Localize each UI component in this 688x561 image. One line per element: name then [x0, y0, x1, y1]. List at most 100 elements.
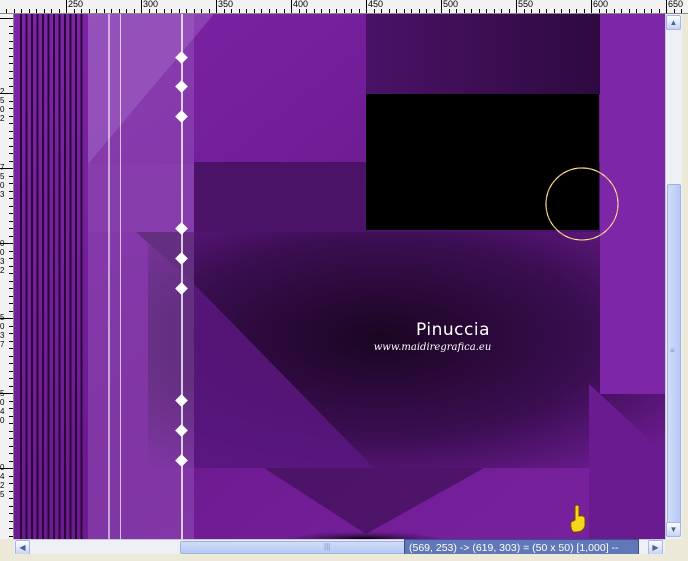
ruler-minor-tick: [539, 9, 540, 13]
vertical-ruler: 250275030032503750400425: [0, 14, 14, 539]
scroll-down-button[interactable]: ▼: [666, 522, 681, 537]
ruler-label: 2: [0, 266, 5, 275]
ruler-tick: [9, 363, 13, 364]
ruler-minor-tick: [51, 9, 52, 13]
ruler-minor-tick: [389, 9, 390, 13]
ruler-minor-tick: [201, 9, 202, 13]
ruler-minor-tick: [629, 9, 630, 13]
ruler-minor-tick: [464, 9, 465, 13]
ruler-minor-tick: [591, 9, 592, 13]
scroll-right-button[interactable]: ▶: [648, 540, 663, 555]
vertical-scrollbar[interactable]: ▲ ≡ ▼: [665, 14, 682, 539]
ruler-minor-tick: [299, 9, 300, 13]
ruler-minor-tick: [314, 9, 315, 13]
ruler-minor-tick: [59, 9, 60, 13]
ruler-minor-tick: [359, 9, 360, 13]
stripe: [25, 14, 28, 539]
ruler-minor-tick: [29, 9, 30, 13]
ruler-minor-tick: [126, 9, 127, 13]
grip-icon: |||: [324, 542, 331, 551]
ruler-minor-tick: [344, 9, 345, 13]
image-canvas[interactable]: Pinuccia www.maidiregrafica.eu: [14, 14, 665, 539]
ruler-minor-tick: [471, 9, 472, 13]
ruler-minor-tick: [104, 9, 105, 13]
ruler-minor-tick: [644, 9, 645, 13]
ruler-minor-tick: [171, 9, 172, 13]
ruler-tick: [9, 401, 13, 402]
ruler-tick: [9, 288, 13, 289]
ruler-tick: [9, 513, 13, 514]
ruler-label: 500: [443, 0, 459, 9]
ruler-label: 2: [0, 114, 5, 123]
ruler-minor-tick: [351, 9, 352, 13]
ruler-minor-tick: [441, 9, 442, 13]
ruler-minor-tick: [426, 9, 427, 13]
ruler-minor-tick: [561, 9, 562, 13]
ruler-label: 550: [518, 0, 534, 9]
ruler-tick: [9, 498, 13, 499]
ruler-tick: [9, 296, 13, 297]
ruler-tick: [0, 93, 13, 94]
ruler-minor-tick: [239, 9, 240, 13]
stripe: [36, 14, 39, 539]
ruler-tick: [9, 138, 13, 139]
ruler-minor-tick: [509, 9, 510, 13]
ruler-minor-tick: [576, 9, 577, 13]
ruler-minor-tick: [419, 9, 420, 13]
ruler-minor-tick: [66, 9, 67, 13]
ruler-tick: [9, 101, 13, 102]
ruler-minor-tick: [651, 9, 652, 13]
ruler-label: 650: [668, 0, 684, 9]
ruler-minor-tick: [246, 9, 247, 13]
ruler-tick: [9, 341, 13, 342]
ruler-tick: [0, 168, 13, 169]
brush-circle-icon[interactable]: [544, 166, 620, 242]
stripe: [64, 14, 66, 539]
ruler-minor-tick: [36, 9, 37, 13]
stripe: [80, 14, 83, 539]
ruler-tick: [9, 206, 13, 207]
ruler-tick: [9, 356, 13, 357]
ruler-minor-tick: [134, 9, 135, 13]
stripe: [75, 14, 77, 539]
ruler-label: 300: [143, 0, 159, 9]
ruler-tick: [0, 318, 13, 319]
ruler-tick: [9, 191, 13, 192]
ruler-minor-tick: [186, 9, 187, 13]
ruler-label: 0: [0, 240, 4, 248]
ruler-minor-tick: [119, 9, 120, 13]
ruler-minor-tick: [329, 9, 330, 13]
ruler-minor-tick: [599, 9, 600, 13]
ruler-minor-tick: [276, 9, 277, 13]
ruler-tick: [9, 281, 13, 282]
ruler-label: 0: [0, 322, 5, 331]
ruler-minor-tick: [81, 9, 82, 13]
ruler-minor-tick: [501, 9, 502, 13]
ruler-tick: [9, 438, 13, 439]
ruler-tick: [9, 123, 13, 124]
ruler-minor-tick: [231, 9, 232, 13]
ruler-label: 5: [0, 96, 5, 105]
ruler-tick: [9, 63, 13, 64]
canvas-artwork: [14, 14, 665, 539]
ruler-tick: [9, 476, 13, 477]
ruler-minor-tick: [479, 9, 480, 13]
scroll-left-button[interactable]: ◀: [15, 540, 30, 555]
ruler-minor-tick: [216, 9, 217, 13]
ruler-minor-tick: [606, 9, 607, 13]
ruler-minor-tick: [74, 9, 75, 13]
ruler-minor-tick: [516, 9, 517, 13]
window-bottom: [0, 554, 688, 561]
ruler-minor-tick: [261, 9, 262, 13]
ruler-minor-tick: [456, 9, 457, 13]
ruler-tick: [9, 536, 13, 537]
ruler-minor-tick: [336, 9, 337, 13]
ruler-minor-tick: [434, 9, 435, 13]
ruler-tick: [9, 86, 13, 87]
scroll-up-button[interactable]: ▲: [666, 15, 681, 30]
ruler-tick: [9, 108, 13, 109]
ruler-minor-tick: [636, 9, 637, 13]
ruler-tick: [9, 116, 13, 117]
ruler-tick: [9, 326, 13, 327]
ruler-minor-tick: [111, 9, 112, 13]
